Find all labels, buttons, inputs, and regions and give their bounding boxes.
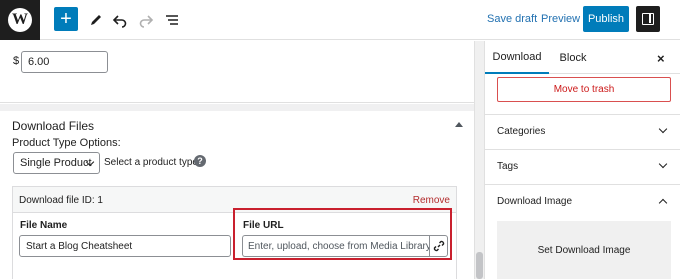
- remove-file-link[interactable]: Remove: [413, 195, 450, 206]
- download-files-header[interactable]: Download Files: [0, 111, 474, 139]
- list-view-icon: [166, 15, 178, 25]
- undo-button[interactable]: [108, 8, 132, 32]
- editor-main: $ 6.00 Download Files Product Type Optio…: [0, 41, 474, 279]
- file-name-label: File Name: [20, 220, 68, 231]
- wordpress-icon: W: [8, 8, 32, 32]
- add-block-button[interactable]: +: [54, 7, 78, 31]
- tools-button[interactable]: [84, 8, 108, 32]
- publish-button[interactable]: Publish: [583, 6, 629, 32]
- download-file-box: Download file ID: 1 Remove File Name Sta…: [12, 186, 457, 279]
- tab-block[interactable]: Block: [549, 41, 597, 74]
- product-type-label: Product Type Options:: [12, 137, 121, 149]
- tab-download[interactable]: Download: [485, 41, 549, 74]
- set-download-image-button[interactable]: Set Download Image: [497, 221, 671, 279]
- currency-symbol: $: [13, 55, 20, 67]
- settings-sidebar: Download Block × Move to trash Categorie…: [485, 41, 680, 279]
- product-type-value: Single Product: [20, 157, 92, 169]
- editor-toolbar: W + Save draft Preview Publish: [0, 0, 680, 40]
- price-input[interactable]: 6.00: [21, 51, 108, 73]
- tags-label: Tags: [497, 161, 519, 172]
- product-type-hint: Select a product type: [104, 157, 198, 168]
- redo-button[interactable]: [134, 8, 158, 32]
- sidebar-icon: [642, 13, 654, 25]
- wordpress-logo-button[interactable]: W: [0, 0, 40, 40]
- file-url-label: File URL: [243, 220, 284, 231]
- chevron-down-icon: [658, 159, 668, 169]
- collapse-arrow-icon[interactable]: [455, 122, 463, 127]
- settings-toggle-button[interactable]: [636, 6, 660, 32]
- file-name-input[interactable]: Start a Blog Cheatsheet: [19, 235, 231, 257]
- categories-label: Categories: [497, 126, 546, 137]
- chevron-up-icon: [658, 198, 668, 208]
- preview-button[interactable]: Preview: [541, 13, 580, 25]
- product-type-select[interactable]: Single Product: [13, 152, 100, 174]
- save-draft-button[interactable]: Save draft: [487, 13, 537, 25]
- undo-icon: [112, 15, 127, 28]
- sidebar-tabs: Download Block ×: [485, 41, 680, 74]
- help-icon[interactable]: ?: [194, 155, 206, 167]
- sidebar-item-categories[interactable]: Categories: [485, 114, 680, 149]
- document-overview-button[interactable]: [160, 8, 184, 32]
- download-image-label: Download Image: [497, 196, 573, 207]
- link-icon: [433, 240, 444, 252]
- chevron-down-icon: [658, 124, 668, 134]
- move-to-trash-button[interactable]: Move to trash: [497, 77, 671, 102]
- file-url-input[interactable]: Enter, upload, choose from Media Library: [242, 235, 429, 257]
- panel-divider: [0, 104, 474, 111]
- sidebar-item-download-image[interactable]: Download Image: [485, 184, 680, 219]
- download-file-id: Download file ID: 1: [19, 195, 103, 206]
- redo-icon: [139, 15, 154, 28]
- sidebar-item-tags[interactable]: Tags: [485, 149, 680, 184]
- download-files-title: Download Files: [12, 119, 95, 133]
- pencil-icon: [91, 15, 101, 25]
- close-icon[interactable]: ×: [657, 51, 665, 66]
- editor-scrollbar-track[interactable]: [474, 41, 485, 279]
- plus-icon: +: [60, 8, 72, 30]
- price-panel: $ 6.00: [0, 41, 474, 103]
- file-url-link-button[interactable]: [429, 235, 448, 257]
- editor-scrollbar-thumb[interactable]: [476, 252, 483, 279]
